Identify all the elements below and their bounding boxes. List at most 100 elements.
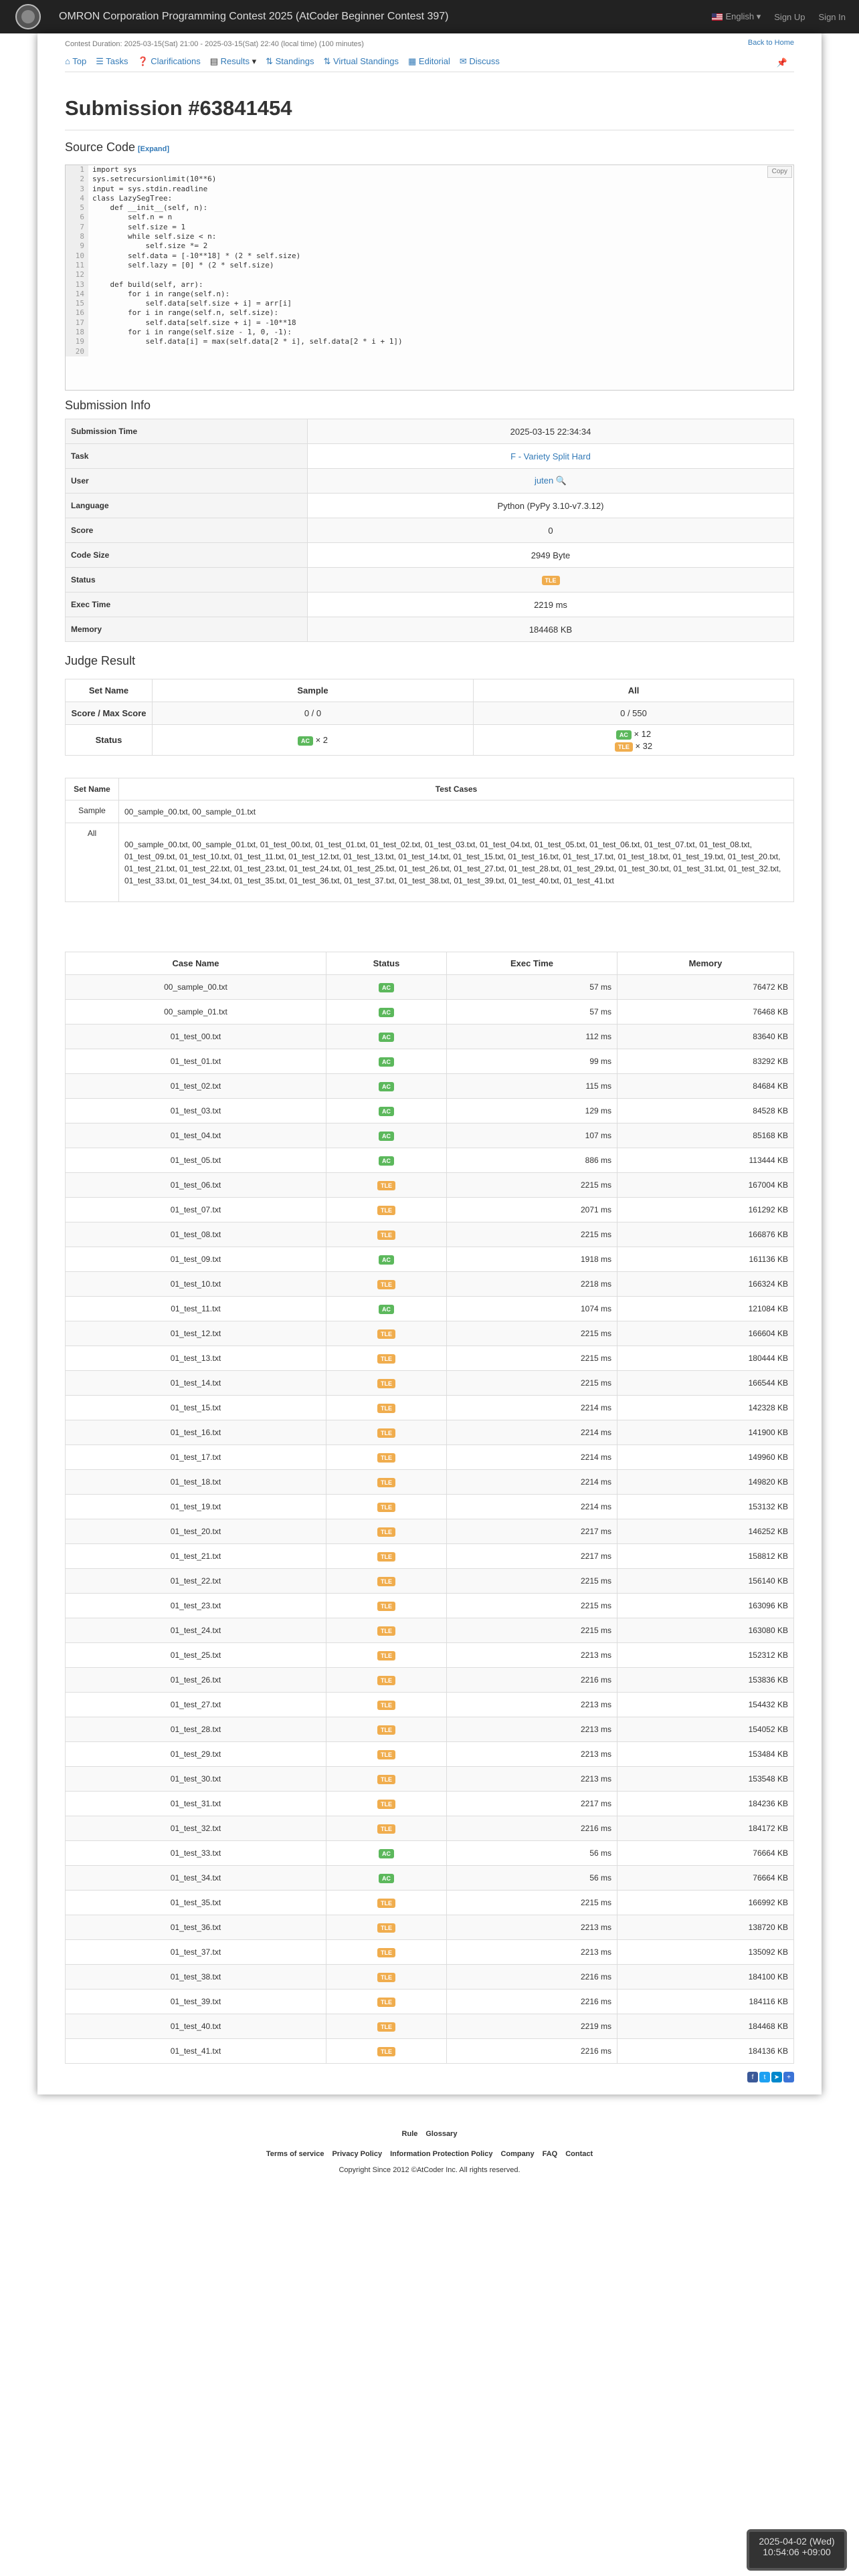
line-number: 18 [66,328,88,338]
info-key: Status [65,567,308,593]
footer-link[interactable]: Rule [402,2130,418,2138]
case-memory: 83640 KB [617,1024,794,1049]
code-line: 20 [66,346,793,356]
case-memory: 161136 KB [617,1247,794,1272]
tab-tasks[interactable]: ☰ Tasks [96,56,128,67]
tab-editorial[interactable]: ▦ Editorial [408,56,450,67]
info-row: Status TLE [65,567,794,593]
facebook-icon[interactable]: f [747,2072,758,2082]
contest-tabs: ⌂ Top ☰ Tasks ❓ Clarifications ▤ Results… [65,55,794,72]
footer-link[interactable]: Information Protection Policy [390,2150,492,2158]
footer-link[interactable]: FAQ [543,2150,558,2158]
case-name: 00_sample_00.txt [65,974,326,1000]
case-exec-time: 886 ms [446,1148,617,1173]
status-badge: TLE [377,2046,395,2056]
case-row: 01_test_05.txt AC 886 ms 113444 KB [65,1148,794,1173]
tab-top[interactable]: ⌂ Top [65,56,86,66]
case-name: 01_test_10.txt [65,1271,326,1297]
case-status: AC [326,1024,447,1049]
task-link[interactable]: F - Variety Split Hard [510,451,591,461]
status-badge: TLE [377,1749,395,1759]
telegram-icon[interactable]: ➤ [771,2072,782,2082]
test-cases-table: Set Name Test Cases Sample 00_sample_00.… [65,778,794,902]
atcoder-logo[interactable] [8,1,48,33]
case-row: 01_test_37.txt TLE 2213 ms 135092 KB [65,1939,794,1965]
status-badge: TLE [377,1329,395,1339]
status-badge: TLE [377,1279,395,1289]
case-memory: 167004 KB [617,1172,794,1198]
header-test-cases: Test Cases [118,778,794,800]
footer-link[interactable]: Company [500,2150,534,2158]
footer-link[interactable]: Terms of service [266,2150,324,2158]
line-number: 4 [66,193,88,204]
case-status: TLE [326,1469,447,1495]
tab-clarifications[interactable]: ❓ Clarifications [137,56,200,67]
case-row: 01_test_38.txt TLE 2216 ms 184100 KB [65,1964,794,1990]
tab-virtual-standings[interactable]: ⇅ Virtual Standings [323,56,399,67]
pin-icon[interactable]: 📌 [777,58,787,68]
score-sample: 0 / 0 [152,702,474,725]
tab-results[interactable]: ▤ Results ▾ [210,56,256,67]
case-row: 01_test_08.txt TLE 2215 ms 166876 KB [65,1222,794,1247]
case-row: 00_sample_01.txt AC 57 ms 76468 KB [65,999,794,1025]
header-case-name: Case Name [65,952,326,975]
back-home-link[interactable]: Back to Home [748,39,794,47]
code-text: self.size *= 2 [92,241,208,251]
case-row: 01_test_34.txt AC 56 ms 76664 KB [65,1865,794,1891]
case-exec-time: 57 ms [446,974,617,1000]
case-status: AC [326,1840,447,1866]
language-label: English [725,11,755,21]
footer-link[interactable]: Contact [565,2150,593,2158]
share-buttons: f t ➤ + [747,2072,794,2082]
case-status: TLE [326,1667,447,1693]
case-row: 01_test_23.txt TLE 2215 ms 163096 KB [65,1593,794,1618]
code-line: 5 def __init__(self, n): [66,203,793,213]
case-exec-time: 2215 ms [446,1172,617,1198]
line-number: 2 [66,175,88,185]
twitter-icon[interactable]: t [759,2072,770,2082]
case-status: TLE [326,1766,447,1792]
status-badge: AC [379,982,394,992]
code-text: self.data[self.size + i] = arr[i] [92,299,292,308]
tab-discuss[interactable]: ✉ Discuss [460,56,500,67]
ac-badge: AC [297,736,313,746]
signup-link[interactable]: Sign Up [774,12,805,22]
tab-standings[interactable]: ⇅ Standings [266,56,314,67]
case-name: 01_test_15.txt [65,1395,326,1420]
status-badge: AC [379,1848,394,1858]
footer-link[interactable]: Privacy Policy [332,2150,382,2158]
case-name: 01_test_22.txt [65,1568,326,1594]
info-key: Task [65,443,308,469]
footer-link[interactable]: Glossary [425,2130,457,2138]
status-badge: TLE [377,1527,395,1537]
code-text: self.data = [-10**18] * (2 * self.size) [92,251,301,260]
line-number: 19 [66,337,88,347]
case-memory: 85168 KB [617,1123,794,1148]
share-plus-icon[interactable]: + [783,2072,794,2082]
language-menu[interactable]: English ▾ [712,11,761,22]
case-status: TLE [326,2014,447,2039]
info-row: Memory 184468 KB [65,617,794,642]
line-number: 17 [66,318,88,328]
case-name: 01_test_35.txt [65,1890,326,1915]
code-line: 9 self.size *= 2 [66,241,793,251]
case-row: 01_test_07.txt TLE 2071 ms 161292 KB [65,1197,794,1222]
copy-button[interactable]: Copy [767,166,792,179]
case-exec-time: 2216 ms [446,1667,617,1693]
case-row: 01_test_27.txt TLE 2213 ms 154432 KB [65,1692,794,1717]
signin-link[interactable]: Sign In [819,12,846,22]
header-status: Status [326,952,447,975]
all-case-list: 00_sample_00.txt, 00_sample_01.txt, 01_t… [118,823,794,902]
line-number: 12 [66,270,88,280]
case-status: TLE [326,2038,447,2064]
user-link[interactable]: juten [535,475,553,486]
line-number: 16 [66,308,88,318]
sample-case-list: 00_sample_00.txt, 00_sample_01.txt [118,800,794,823]
status-badge: TLE [377,1477,395,1487]
contest-title[interactable]: OMRON Corporation Programming Contest 20… [59,11,449,23]
expand-link[interactable]: [Expand] [138,145,169,153]
line-number: 10 [66,251,88,261]
search-icon[interactable]: 🔍 [553,475,567,486]
info-row: User juten 🔍 [65,468,794,494]
line-number: 14 [66,289,88,300]
